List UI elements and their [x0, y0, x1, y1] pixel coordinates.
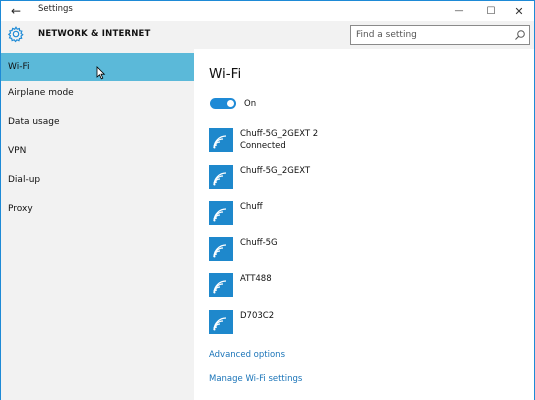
search-icon[interactable]: [514, 29, 526, 41]
page-title: NETWORK & INTERNET: [38, 29, 151, 39]
wifi-signal-icon: [209, 165, 233, 189]
search-input[interactable]: [351, 26, 511, 44]
network-name: D703C2: [240, 311, 275, 321]
back-button[interactable]: ←: [1, 1, 31, 21]
network-item[interactable]: Chuff: [209, 201, 519, 227]
network-item[interactable]: Chuff-5G_2GEXT: [209, 165, 519, 191]
minimize-button[interactable]: —: [444, 1, 474, 21]
window-title: Settings: [38, 4, 73, 14]
wifi-signal-icon: [209, 201, 233, 225]
toggle-state-label: On: [244, 99, 257, 109]
sidebar-item-label: Wi-Fi: [8, 62, 30, 72]
minimize-icon: —: [454, 6, 464, 16]
maximize-button[interactable]: ☐: [476, 1, 506, 21]
network-name: Chuff-5G: [240, 238, 278, 248]
toggle-knob: [227, 100, 234, 107]
title-bar: ← Settings — ☐ ✕: [1, 1, 534, 21]
settings-window: ← Settings — ☐ ✕ NETWORK & INTERNET Find…: [0, 0, 535, 400]
wifi-toggle[interactable]: [210, 98, 236, 109]
network-name: Chuff-5G_2GEXT 2: [240, 129, 319, 139]
sidebar-item-dial-up[interactable]: Dial-up: [1, 166, 194, 194]
back-arrow-icon: ←: [10, 4, 22, 18]
network-name: Chuff: [240, 202, 263, 212]
sidebar-item-label: Airplane mode: [8, 88, 74, 98]
section-title: Wi-Fi: [209, 66, 242, 82]
network-item[interactable]: ATT488: [209, 273, 519, 299]
close-button[interactable]: ✕: [504, 1, 534, 21]
main-content: Wi-Fi On Chuff-5G_2GEXT 2 Connected Chuf…: [194, 49, 534, 400]
wifi-signal-icon: [209, 273, 233, 297]
network-item[interactable]: Chuff-5G: [209, 237, 519, 263]
gear-icon: [7, 26, 24, 43]
close-icon: ✕: [514, 4, 524, 18]
sidebar-item-proxy[interactable]: Proxy: [1, 195, 194, 223]
wifi-signal-icon: [209, 310, 233, 334]
sidebar-item-wifi[interactable]: Wi-Fi: [1, 53, 194, 81]
network-item[interactable]: D703C2: [209, 310, 519, 336]
sidebar-item-airplane-mode[interactable]: Airplane mode: [1, 79, 194, 107]
search-box[interactable]: [350, 25, 530, 45]
sidebar-item-label: VPN: [8, 146, 27, 156]
sidebar-item-label: Dial-up: [8, 175, 41, 185]
manage-wifi-settings-link[interactable]: Manage Wi-Fi settings: [209, 374, 302, 384]
advanced-options-link[interactable]: Advanced options: [209, 350, 285, 360]
network-status: Connected: [240, 141, 286, 151]
mouse-cursor-icon: [96, 66, 106, 80]
sidebar-item-data-usage[interactable]: Data usage: [1, 108, 194, 136]
network-name: ATT488: [240, 274, 272, 284]
sidebar-item-label: Proxy: [8, 204, 33, 214]
network-item[interactable]: Chuff-5G_2GEXT 2 Connected: [209, 128, 519, 154]
wifi-signal-icon: [209, 237, 233, 261]
wifi-signal-icon: [209, 128, 233, 152]
sidebar: Wi-Fi Airplane mode Data usage VPN Dial-…: [1, 49, 194, 400]
network-name: Chuff-5G_2GEXT: [240, 166, 311, 176]
maximize-icon: ☐: [486, 5, 496, 17]
sidebar-item-vpn[interactable]: VPN: [1, 137, 194, 165]
sidebar-item-label: Data usage: [8, 117, 60, 127]
settings-header: NETWORK & INTERNET: [1, 21, 534, 49]
